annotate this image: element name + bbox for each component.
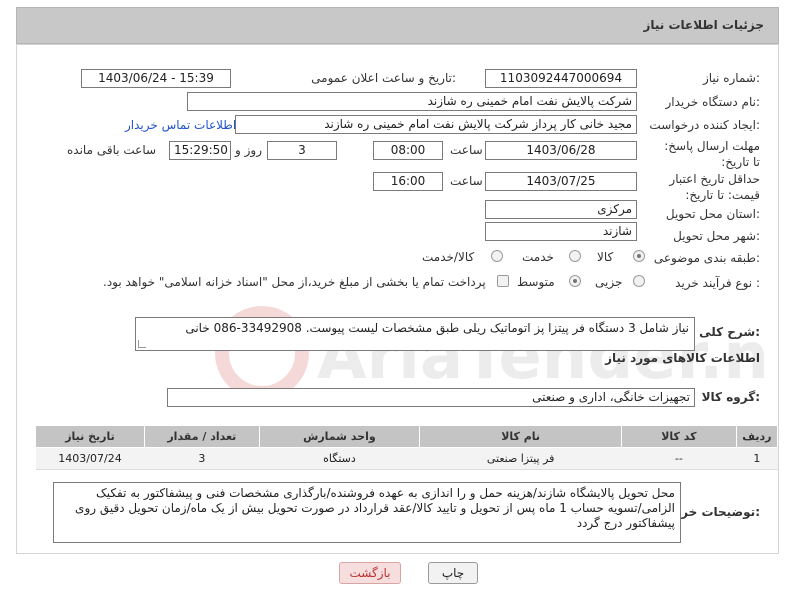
- process-minor-label: جزیی: [595, 275, 623, 289]
- goods-section-title: اطلاعات کالاهای مورد نیاز: [605, 351, 760, 365]
- col-unit: واحد شمارش: [258, 425, 421, 448]
- remaining-label: ساعت باقی مانده: [67, 143, 157, 157]
- process-medium-label: متوسط: [517, 275, 555, 289]
- announce-datetime-field[interactable]: 1403/06/24 - 15:39: [81, 69, 231, 88]
- treasury-checkbox[interactable]: [497, 275, 509, 287]
- cell-unit: دستگاه: [259, 447, 420, 470]
- cell-goods-name: فر پیتزا صنعتی: [419, 447, 622, 470]
- reply-deadline-time[interactable]: 08:00: [373, 141, 443, 160]
- back-button[interactable]: بازگشت: [339, 562, 401, 584]
- general-description-text: نیاز شامل 3 دستگاه فر پیتزا پز اتوماتیک …: [185, 321, 689, 335]
- need-number-field[interactable]: 1103092447000694: [485, 69, 637, 88]
- cell-quantity: 3: [144, 447, 260, 470]
- category-goods-service-label: کالا/خدمت: [422, 250, 475, 264]
- goods-table: ردیف کد کالا نام کالا واحد شمارش تعداد /…: [35, 425, 779, 470]
- price-validity-label: حداقل تاریخ اعتبار قیمت: تا تاریخ:: [669, 172, 760, 202]
- reply-time-label: ساعت: [450, 143, 483, 157]
- price-validity-time[interactable]: 16:00: [373, 172, 443, 191]
- days-label: روز و: [235, 143, 262, 157]
- cell-need-date: 1403/07/24: [35, 447, 145, 470]
- buyer-notes-field[interactable]: محل تحویل پالایشگاه شازند/هزینه حمل و را…: [53, 482, 681, 543]
- category-service-radio[interactable]: [569, 250, 581, 262]
- table-row[interactable]: 1 -- فر پیتزا صنعتی دستگاه 3 1403/07/24: [35, 447, 778, 470]
- treasury-checkbox-label: پرداخت تمام یا بخشی از مبلغ خرید،از محل …: [103, 275, 486, 289]
- goods-group-label: گروه کالا:: [701, 390, 760, 404]
- category-goods-service-radio[interactable]: [491, 250, 503, 262]
- resize-grip-icon[interactable]: [138, 340, 146, 348]
- price-validity-date[interactable]: 1403/07/25: [485, 172, 637, 191]
- buyer-org-label: نام دستگاه خریدار:: [665, 95, 761, 109]
- col-row-number: ردیف: [735, 425, 779, 448]
- cell-goods-code: --: [621, 447, 737, 470]
- print-button[interactable]: چاپ: [428, 562, 478, 584]
- remaining-time[interactable]: 15:29:50: [169, 141, 231, 160]
- remaining-days[interactable]: 3: [267, 141, 337, 160]
- purchase-process-label: نوع فرآیند خرید :: [675, 276, 760, 290]
- reply-deadline-date[interactable]: 1403/06/28: [485, 141, 637, 160]
- col-goods-code: کد کالا: [621, 425, 737, 448]
- goods-table-header: ردیف کد کالا نام کالا واحد شمارش تعداد /…: [35, 425, 779, 448]
- category-label: طبقه بندی موضوعی:: [653, 251, 760, 265]
- validity-time-label: ساعت: [450, 174, 483, 188]
- col-quantity: تعداد / مقدار: [144, 425, 260, 448]
- process-medium-radio[interactable]: [569, 275, 581, 287]
- delivery-city-label: شهر محل تحویل:: [673, 229, 760, 243]
- page-title: جزئیات اطلاعات نیاز: [643, 18, 764, 32]
- delivery-province-field[interactable]: مرکزی: [485, 200, 637, 219]
- reply-deadline-label: مهلت ارسال پاسخ: تا تاریخ:: [664, 139, 760, 169]
- col-need-date: تاریخ نیاز: [35, 425, 145, 448]
- requester-field[interactable]: مجید خانی کار پرداز شرکت پالایش نفت امام…: [235, 115, 637, 134]
- buyer-org-field[interactable]: شرکت پالایش نفت امام خمینی ره شازند: [187, 92, 637, 111]
- announce-datetime-label: تاریخ و ساعت اعلان عمومی:: [311, 71, 456, 85]
- need-number-label: شماره نیاز:: [702, 71, 760, 85]
- delivery-province-label: استان محل تحویل:: [665, 207, 760, 221]
- process-minor-radio[interactable]: [633, 275, 645, 287]
- col-goods-name: نام کالا: [419, 425, 623, 448]
- page-header: جزئیات اطلاعات نیاز: [16, 7, 779, 44]
- category-goods-radio[interactable]: [633, 250, 645, 262]
- buyer-contact-link[interactable]: اطلاعات تماس خریدار: [125, 118, 236, 132]
- category-goods-label: کالا: [597, 250, 614, 264]
- goods-group-field[interactable]: تجهیزات خانگی، اداری و صنعتی: [167, 388, 695, 407]
- general-description-field[interactable]: نیاز شامل 3 دستگاه فر پیتزا پز اتوماتیک …: [135, 317, 695, 351]
- requester-label: ایجاد کننده درخواست:: [649, 118, 760, 132]
- category-service-label: خدمت: [522, 250, 554, 264]
- delivery-city-field[interactable]: شازند: [485, 222, 637, 241]
- details-panel: AriaTender.neT شماره نیاز: 1103092447000…: [16, 44, 779, 554]
- cell-row-number: 1: [736, 447, 778, 470]
